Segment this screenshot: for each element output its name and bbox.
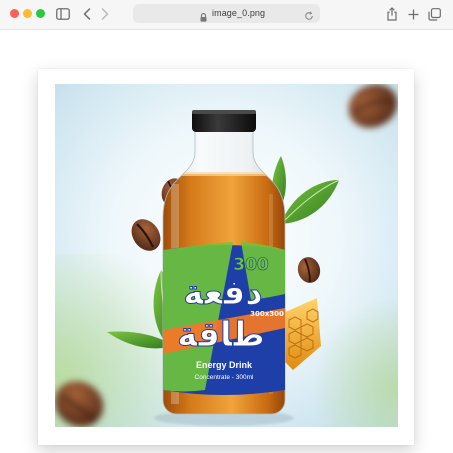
image-frame: 300 دفعة 300x300 طاقة Energy Drink Conce… bbox=[38, 69, 414, 445]
arabic-title-line-1: دفعة bbox=[183, 273, 263, 313]
reload-icon[interactable] bbox=[304, 8, 314, 26]
product-detail-text: Concentrate - 300ml bbox=[195, 374, 254, 381]
close-window-button[interactable] bbox=[10, 9, 19, 18]
page-viewport: 300 دفعة 300x300 طاقة Energy Drink Conce… bbox=[0, 30, 453, 453]
volume-badge-text: 300 bbox=[233, 255, 269, 275]
browser-toolbar: image_0.png bbox=[0, 0, 453, 30]
tab-overview-icon[interactable] bbox=[425, 5, 443, 23]
share-icon[interactable] bbox=[383, 5, 401, 23]
product-image: 300 دفعة 300x300 طاقة Energy Drink Conce… bbox=[55, 84, 398, 427]
product-name-text: Energy Drink bbox=[196, 360, 253, 370]
address-bar[interactable]: image_0.png bbox=[133, 4, 320, 23]
forward-arrow-icon[interactable] bbox=[96, 5, 114, 23]
back-arrow-icon[interactable] bbox=[78, 5, 96, 23]
bottle-cap bbox=[192, 110, 256, 132]
arabic-title-line-2: طاقة bbox=[177, 315, 265, 355]
lock-icon bbox=[200, 9, 207, 27]
maximize-window-button[interactable] bbox=[36, 9, 45, 18]
address-url: image_0.png bbox=[212, 8, 266, 18]
sidebar-toggle-icon[interactable] bbox=[54, 5, 72, 23]
minimize-window-button[interactable] bbox=[23, 9, 32, 18]
new-tab-icon[interactable] bbox=[404, 5, 422, 23]
